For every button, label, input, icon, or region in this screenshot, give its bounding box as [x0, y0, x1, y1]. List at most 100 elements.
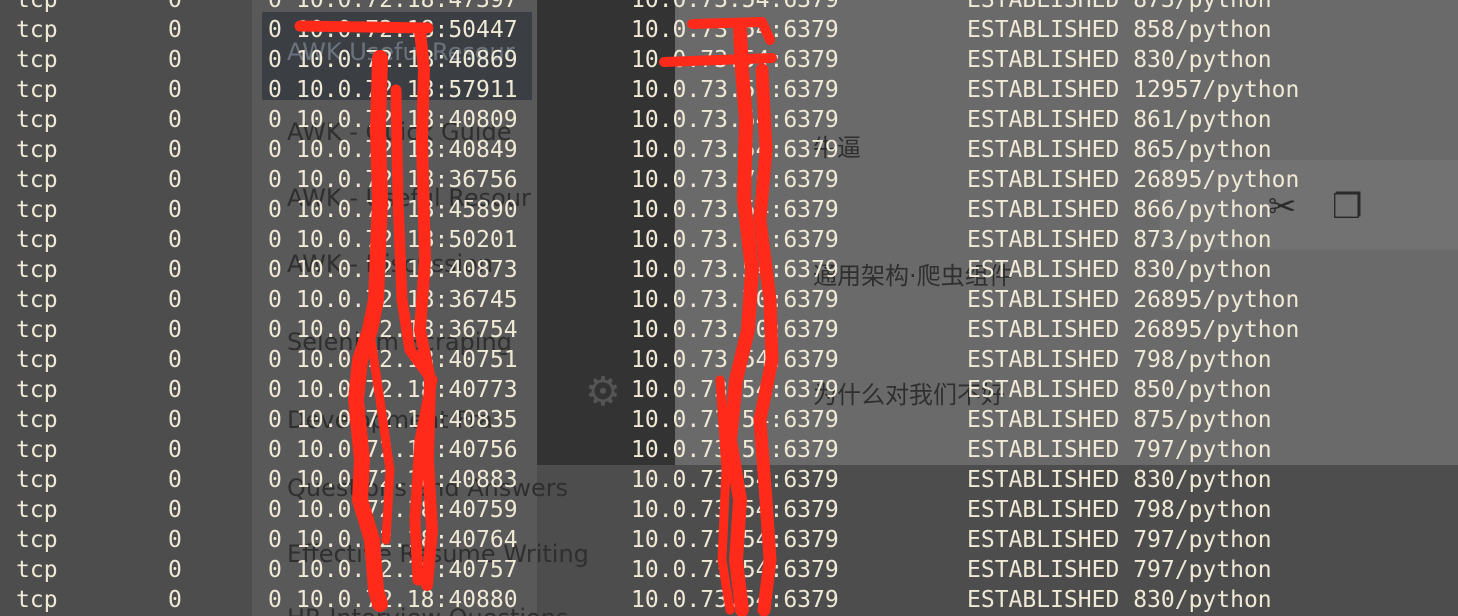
foreign-address-cell: 10.0.73.54:6379	[631, 377, 839, 403]
proto-cell: tcp	[16, 0, 58, 13]
pid-program-text: 12957/python	[1133, 77, 1300, 103]
recv-q-cell: 0	[168, 77, 182, 103]
foreign-address-cell: 10.0.73.54:6379	[631, 137, 839, 163]
send-q-cell: 0	[268, 377, 282, 403]
local-address-cell: 10.0.72.18:40751	[296, 347, 518, 373]
local-address-cell: 10.0.72.18:45890	[296, 197, 518, 223]
connection-row: tcp 0 0 10.0.72.18:40756 10.0.73.54:6379…	[0, 435, 1458, 465]
recv-q-cell: 0	[168, 347, 182, 373]
connection-row: tcp 0 0 10.0.72.18:40873 10.0.73.54:6379…	[0, 255, 1458, 285]
state-text: ESTABLISHED	[967, 347, 1120, 373]
foreign-address-cell: 10.0.73.54:6379	[631, 557, 839, 583]
state-text: ESTABLISHED	[967, 77, 1120, 103]
proto-cell: tcp	[16, 47, 58, 73]
state-text: ESTABLISHED	[967, 0, 1120, 13]
proto-cell: tcp	[16, 257, 58, 283]
pid-program-text: 858/python	[1133, 17, 1272, 43]
local-address-cell: 10.0.72.18:57911	[296, 77, 518, 103]
state-cell: ESTABLISHED 830/python	[967, 255, 1272, 285]
recv-q-cell: 0	[168, 107, 182, 133]
send-q-cell: 0	[268, 437, 282, 463]
state-cell: ESTABLISHED 797/python	[967, 555, 1272, 585]
state-text: ESTABLISHED	[967, 437, 1120, 463]
proto-cell: tcp	[16, 587, 58, 613]
recv-q-cell: 0	[168, 0, 182, 13]
recv-q-cell: 0	[168, 227, 182, 253]
proto-cell: tcp	[16, 167, 58, 193]
recv-q-cell: 0	[168, 137, 182, 163]
proto-cell: tcp	[16, 17, 58, 43]
state-text: ESTABLISHED	[967, 197, 1120, 223]
proto-cell: tcp	[16, 317, 58, 343]
proto-cell: tcp	[16, 107, 58, 133]
pid-program-text: 797/python	[1133, 527, 1272, 553]
recv-q-cell: 0	[168, 527, 182, 553]
recv-q-cell: 0	[168, 407, 182, 433]
state-text: ESTABLISHED	[967, 287, 1120, 313]
proto-cell: tcp	[16, 197, 58, 223]
connection-row: tcp 0 0 10.0.72.18:50447 10.0.73.54:6379…	[0, 15, 1458, 45]
state-text: ESTABLISHED	[967, 467, 1120, 493]
local-address-cell: 10.0.72.18:40809	[296, 107, 518, 133]
state-cell: ESTABLISHED 865/python	[967, 135, 1272, 165]
connection-row: tcp 0 0 10.0.72.18:40883 10.0.73.54:6379…	[0, 465, 1458, 495]
state-text: ESTABLISHED	[967, 137, 1120, 163]
state-cell: ESTABLISHED 798/python	[967, 345, 1272, 375]
pid-program-text: 797/python	[1133, 437, 1272, 463]
state-cell: ESTABLISHED 850/python	[967, 375, 1272, 405]
state-cell: ESTABLISHED 12957/python	[967, 75, 1299, 105]
pid-program-text: 798/python	[1133, 347, 1272, 373]
state-text: ESTABLISHED	[967, 47, 1120, 73]
recv-q-cell: 0	[168, 17, 182, 43]
proto-cell: tcp	[16, 527, 58, 553]
foreign-address-cell: 10.0.73.54:6379	[631, 437, 839, 463]
state-text: ESTABLISHED	[967, 107, 1120, 133]
send-q-cell: 0	[268, 407, 282, 433]
proto-cell: tcp	[16, 497, 58, 523]
connection-row: tcp 0 0 10.0.72.18:40869 10.0.73.54:6379…	[0, 45, 1458, 75]
proto-cell: tcp	[16, 467, 58, 493]
send-q-cell: 0	[268, 557, 282, 583]
send-q-cell: 0	[268, 197, 282, 223]
proto-cell: tcp	[16, 557, 58, 583]
terminal-output: tcp 0 0 10.0.72.18:47397 10.0.73.54:6379…	[0, 0, 1458, 616]
local-address-cell: 10.0.72.18:40773	[296, 377, 518, 403]
state-cell: ESTABLISHED 797/python	[967, 435, 1272, 465]
state-cell: ESTABLISHED 858/python	[967, 15, 1272, 45]
local-address-cell: 10.0.72.18:50201	[296, 227, 518, 253]
foreign-address-cell: 10.0.73.54:6379	[631, 227, 839, 253]
send-q-cell: 0	[268, 287, 282, 313]
local-address-cell: 10.0.72.18:40873	[296, 257, 518, 283]
connection-row: tcp 0 0 10.0.72.18:40759 10.0.73.54:6379…	[0, 495, 1458, 525]
local-address-cell: 10.0.72.18:40759	[296, 497, 518, 523]
state-text: ESTABLISHED	[967, 407, 1120, 433]
connection-row: tcp 0 0 10.0.72.18:40751 10.0.73.54:6379…	[0, 345, 1458, 375]
foreign-address-cell: 10.0.73.54:6379	[631, 47, 839, 73]
connection-row: tcp 0 0 10.0.72.18:40835 10.0.73.54:6379…	[0, 405, 1458, 435]
foreign-address-cell: 10.0.73.70:6379	[631, 167, 839, 193]
local-address-cell: 10.0.72.18:36756	[296, 167, 518, 193]
pid-program-text: 861/python	[1133, 107, 1272, 133]
local-address-cell: 10.0.72.18:47397	[296, 0, 518, 13]
pid-program-text: 798/python	[1133, 497, 1272, 523]
state-cell: ESTABLISHED 26895/python	[967, 315, 1299, 345]
connection-row: tcp 0 0 10.0.72.18:40809 10.0.73.54:6379…	[0, 105, 1458, 135]
recv-q-cell: 0	[168, 287, 182, 313]
recv-q-cell: 0	[168, 197, 182, 223]
foreign-address-cell: 10.0.73.54:6379	[631, 587, 839, 613]
proto-cell: tcp	[16, 407, 58, 433]
local-address-cell: 10.0.72.18:40756	[296, 437, 518, 463]
pid-program-text: 26895/python	[1133, 167, 1300, 193]
pid-program-text: 830/python	[1133, 47, 1272, 73]
proto-cell: tcp	[16, 437, 58, 463]
send-q-cell: 0	[268, 467, 282, 493]
connection-row: tcp 0 0 10.0.72.18:36754 10.0.73.70:6379…	[0, 315, 1458, 345]
recv-q-cell: 0	[168, 377, 182, 403]
local-address-cell: 10.0.72.18:40883	[296, 467, 518, 493]
proto-cell: tcp	[16, 377, 58, 403]
state-cell: ESTABLISHED 830/python	[967, 465, 1272, 495]
pid-program-text: 873/python	[1133, 0, 1272, 13]
state-cell: ESTABLISHED 26895/python	[967, 165, 1299, 195]
local-address-cell: 10.0.72.18:40764	[296, 527, 518, 553]
foreign-address-cell: 10.0.73.54:6379	[631, 17, 839, 43]
